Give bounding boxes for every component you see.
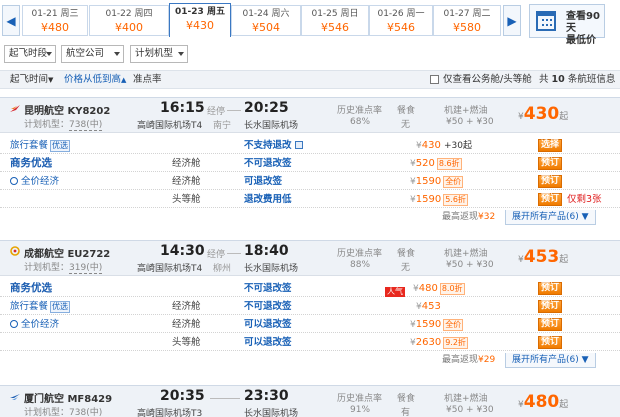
book-button[interactable]: 预订: [538, 193, 562, 206]
refund-rule-link[interactable]: 不支持退改: [244, 137, 303, 154]
arrow-right-icon: [210, 398, 240, 399]
refund-rule-link[interactable]: 可退改签: [244, 173, 282, 190]
product-name-link[interactable]: 商务优选: [10, 155, 52, 172]
more-products-bar: 最高返现¥29 展开所有产品(6) ▼: [0, 353, 620, 368]
business-only-label: 仅查看公务舱/头等舱: [443, 74, 532, 85]
product-row: 商务优选 不可退改签 人气 ¥480 8.0折 预订: [0, 280, 620, 297]
chengdu-airlines-logo-icon: [10, 246, 20, 256]
chevron-down-icon: [114, 52, 120, 56]
chevron-left-icon: ◀: [6, 13, 16, 28]
more-products-bar: 最高返现¥32 展开所有产品(6) ▼: [0, 210, 620, 225]
aircraft-type-link[interactable]: 319(中): [69, 263, 103, 274]
flight-summary: 厦门航空 MF8429 计划机型：738(中) 20:35 高崎国际机场T3 2…: [0, 385, 620, 417]
info-icon: [294, 141, 303, 149]
sort-depart-time[interactable]: 起飞时间▼: [10, 71, 53, 89]
chevron-right-icon: ▶: [507, 13, 517, 28]
refund-rule-link[interactable]: 不可退改签: [244, 155, 292, 172]
date-strip: ◀ 01-21 周三 ¥480 01-22 周四 ¥400 01-23 周五 ¥430…: [0, 0, 620, 46]
product-row: 全价经济 经济舱 可以退改签 ¥1590 全价 预订: [0, 316, 620, 333]
refund-rule-link[interactable]: 可以退改签: [244, 334, 292, 351]
user-icon: [10, 177, 18, 185]
view-90-day-lowest-button[interactable]: 查看90天 最低价: [529, 4, 605, 46]
product-row: 旅行套餐 优选 经济舱 不可退改签 ¥453 预订: [0, 298, 620, 315]
business-only-checkbox[interactable]: [430, 75, 439, 84]
chevron-down-icon: [46, 52, 52, 56]
product-name-link[interactable]: 全价经济: [21, 176, 59, 187]
sort-header: 起飞时间▼ 价格从低到高▲ 准点率 仅查看公务舱/头等舱 共 10 条航班信息: [0, 70, 620, 89]
flight-summary: 昆明航空 KY8202 计划机型：738(中) 16:15 高崎国际机场T4 经…: [0, 97, 620, 133]
refund-rule-link[interactable]: 可以退改签: [244, 316, 292, 333]
product-row: 商务优选 经济舱 不可退改签 ¥520 8.6折 预订: [0, 155, 620, 172]
xiamen-airlines-logo-icon: [10, 394, 20, 400]
product-row: 全价经济 经济舱 可退改签 ¥1590 全价 预订: [0, 173, 620, 190]
expand-products-button[interactable]: 展开所有产品(6) ▼: [505, 353, 596, 368]
book-button[interactable]: 预订: [538, 336, 562, 349]
aircraft-type-filter[interactable]: 计划机型: [130, 45, 188, 63]
airline-filter[interactable]: 航空公司: [61, 45, 124, 63]
arrow-right-icon: [227, 110, 241, 111]
user-icon: [10, 320, 18, 328]
aircraft-type-link[interactable]: 738(中): [69, 408, 103, 417]
date-tab-0125[interactable]: 01-25 周日 ¥546: [301, 5, 369, 36]
arrow-right-icon: [227, 253, 241, 254]
chevron-down-icon: [178, 52, 184, 56]
chevron-down-icon: ▼: [581, 212, 589, 222]
kunming-airlines-logo-icon: [10, 105, 20, 112]
lowest-price: ¥453起: [518, 247, 569, 267]
sort-price[interactable]: 价格从低到高▲: [64, 71, 126, 89]
book-button[interactable]: 预订: [538, 282, 562, 295]
book-button[interactable]: 预订: [538, 318, 562, 331]
date-tab-0122[interactable]: 01-22 周四 ¥400: [89, 5, 169, 36]
chevron-down-icon: ▼: [581, 355, 589, 365]
date-tab-0123[interactable]: 01-23 周五 ¥430: [169, 3, 231, 37]
select-button[interactable]: 选择: [538, 139, 562, 152]
product-name-link[interactable]: 旅行套餐: [10, 140, 48, 151]
aircraft-type-link[interactable]: 738(中): [69, 120, 103, 131]
sort-punctuality[interactable]: 准点率: [133, 71, 162, 88]
next-dates-button[interactable]: ▶: [503, 5, 521, 36]
date-tab-0127[interactable]: 01-27 周二 ¥580: [433, 5, 501, 36]
book-button[interactable]: 预订: [538, 300, 562, 313]
lowest-price: ¥430起: [518, 104, 569, 124]
book-button[interactable]: 预订: [538, 157, 562, 170]
expand-products-button[interactable]: 展开所有产品(6) ▼: [505, 210, 596, 225]
refund-rule-link[interactable]: 退改费用低: [244, 191, 292, 208]
calendar-icon: [536, 11, 556, 31]
lowest-price: ¥480起: [518, 392, 569, 412]
product-name-link[interactable]: 商务优选: [10, 280, 52, 297]
product-name-link[interactable]: 旅行套餐: [10, 301, 48, 312]
product-row: 头等舱 可以退改签 ¥2630 9.2折 预订: [0, 334, 620, 351]
product-row: 头等舱 退改费用低 ¥1590 5.6折 预订 仅剩3张: [0, 191, 620, 208]
prev-dates-button[interactable]: ◀: [2, 5, 20, 36]
book-button[interactable]: 预订: [538, 175, 562, 188]
date-tab-0124[interactable]: 01-24 周六 ¥504: [231, 5, 301, 36]
product-row: 旅行套餐 优选 不支持退改 ¥430 +30起 选择: [0, 137, 620, 154]
popular-badge: 人气: [385, 287, 405, 297]
depart-time-filter[interactable]: 起飞时段: [4, 45, 56, 63]
product-name-link[interactable]: 全价经济: [21, 319, 59, 330]
flight-summary: 成都航空 EU2722 计划机型：319(中) 14:30 高崎国际机场T4 经…: [0, 240, 620, 276]
refund-rule-link[interactable]: 不可退改签: [244, 298, 292, 315]
date-tab-0121[interactable]: 01-21 周三 ¥480: [22, 5, 88, 36]
date-tab-0126[interactable]: 01-26 周一 ¥546: [369, 5, 433, 36]
refund-rule-link[interactable]: 不可退改签: [244, 280, 292, 297]
flight-count: 共 10 条航班信息: [539, 74, 616, 85]
